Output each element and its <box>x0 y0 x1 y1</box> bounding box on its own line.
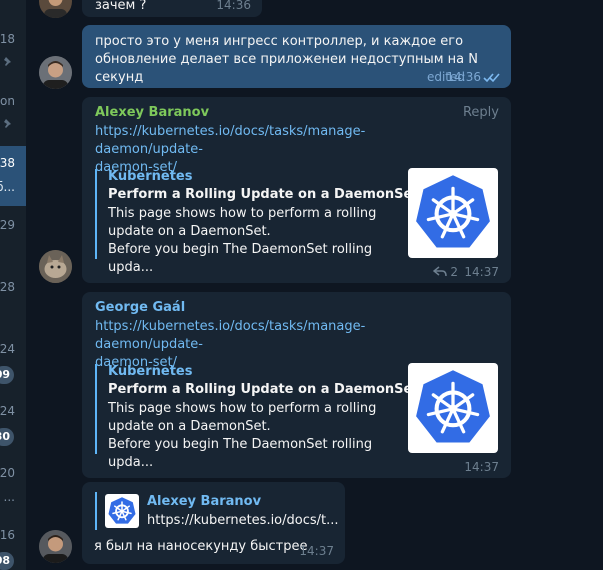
link-line: https://kubernetes.io/docs/tasks/manage-… <box>95 319 366 352</box>
preview-description: This page shows how to perform a rolling… <box>108 205 408 277</box>
unread-badge: 30 <box>0 428 14 446</box>
message-time: 14:36 <box>216 0 251 12</box>
preview-title: Perform a Rolling Update on a DaemonSet <box>108 187 419 202</box>
chat-time: on <box>0 94 15 108</box>
avatar[interactable] <box>39 530 72 563</box>
preview-thumbnail[interactable] <box>408 168 498 258</box>
chat-time: 18 <box>0 32 15 46</box>
kubernetes-logo-icon <box>108 497 136 524</box>
chat-time: 20 <box>0 466 15 480</box>
link-line: https://kubernetes.io/docs/tasks/manage-… <box>95 124 366 157</box>
kubernetes-logo-icon <box>416 370 490 443</box>
message-text: я был на наносекунду быстрее <box>94 539 308 554</box>
unread-badge: 08 <box>0 552 14 570</box>
preview-description: This page shows how to perform a rolling… <box>108 400 408 472</box>
preview-desc-line: This page shows how to perform a rolling <box>108 401 377 416</box>
preview-desc-line: Before you begin The DaemonSet rolling u… <box>108 242 373 275</box>
kubernetes-logo-icon <box>416 175 490 248</box>
quote-thumbnail <box>105 494 139 528</box>
avatar[interactable] <box>39 250 72 283</box>
message-time: 14:36 <box>446 70 481 84</box>
message-bubble[interactable]: Alexey Baranov Reply https://kubernetes.… <box>82 97 511 283</box>
preview-desc-line: update on a DaemonSet. <box>108 419 271 434</box>
message-bubble[interactable]: зачем ? 14:36 <box>82 0 262 17</box>
message-text: зачем ? <box>95 0 147 13</box>
preview-title: Perform a Rolling Update on a DaemonSet <box>108 382 419 397</box>
chat-list-strip[interactable]: 18 on 38 б... 29 28 24 09 24 30 20 ... 1… <box>0 0 26 570</box>
chat-time: 16 <box>0 528 15 542</box>
sender-name[interactable]: Alexey Baranov <box>95 105 209 120</box>
active-chat-highlight[interactable] <box>0 146 26 206</box>
preview-desc-line: This page shows how to perform a rolling <box>108 206 377 221</box>
chat-time: 24 <box>0 342 15 356</box>
chat-time: 38 <box>0 156 15 170</box>
unread-badge: 09 <box>0 366 14 384</box>
replies-count[interactable]: 2 <box>450 265 458 279</box>
chat-time: 29 <box>0 218 15 232</box>
reply-button[interactable]: Reply <box>463 105 499 120</box>
chat-preview: б... <box>0 180 15 194</box>
message-time: 14:37 <box>299 544 334 558</box>
outgoing-message-bubble[interactable]: просто это у меня ингресс контроллер, и … <box>82 25 511 88</box>
link-preview[interactable]: Kubernetes Perform a Rolling Update on a… <box>95 364 419 470</box>
quote-sender: Alexey Baranov <box>147 494 262 509</box>
quote-text: https://kubernetes.io/docs/t... <box>147 513 339 528</box>
preview-desc-line: update on a DaemonSet. <box>108 224 271 239</box>
message-bubble[interactable]: George Gaál https://kubernetes.io/docs/t… <box>82 292 511 478</box>
chat-preview: ... <box>3 490 15 504</box>
preview-site-name: Kubernetes <box>108 364 193 379</box>
avatar[interactable] <box>39 56 72 89</box>
message-time: 14:37 <box>464 265 499 279</box>
sender-name[interactable]: George Gaál <box>95 300 185 315</box>
preview-desc-line: Before you begin The DaemonSet rolling u… <box>108 437 373 470</box>
quoted-message[interactable]: Alexey Baranov https://kubernetes.io/doc… <box>95 492 339 530</box>
preview-thumbnail[interactable] <box>408 363 498 453</box>
double-check-icon <box>483 73 500 83</box>
chat-time: 28 <box>0 280 15 294</box>
preview-site-name: Kubernetes <box>108 169 193 184</box>
message-text-line: просто это у меня ингресс контроллер, и … <box>95 34 464 49</box>
message-time: 14:37 <box>464 460 499 474</box>
avatar[interactable] <box>39 0 72 18</box>
message-bubble[interactable]: Alexey Baranov https://kubernetes.io/doc… <box>82 482 345 564</box>
reply-arrow-icon[interactable] <box>433 266 447 277</box>
link-preview[interactable]: Kubernetes Perform a Rolling Update on a… <box>95 169 419 275</box>
chat-time: 24 <box>0 404 15 418</box>
